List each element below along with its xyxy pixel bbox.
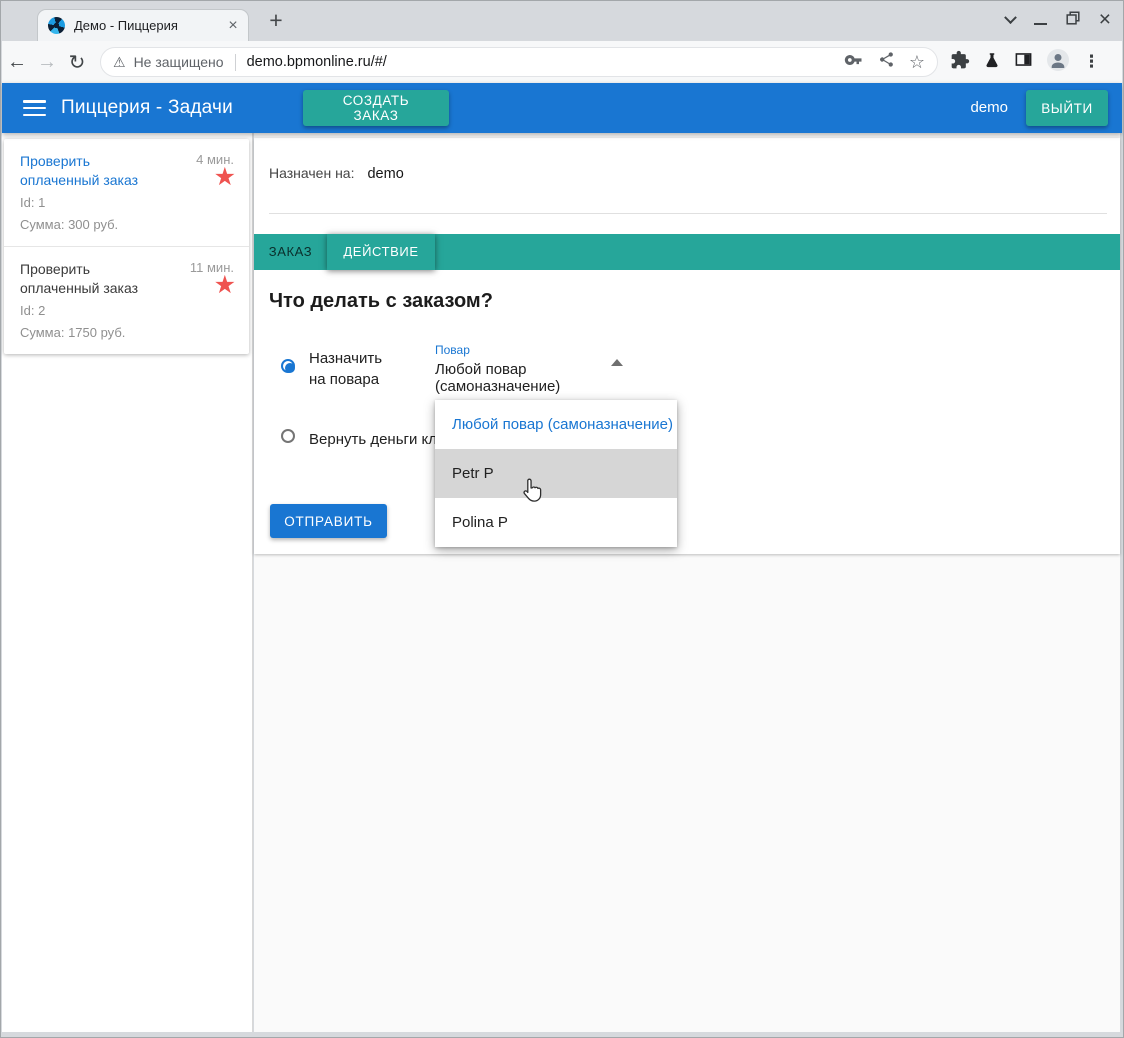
dropdown-option-polina[interactable]: Polina P [435,498,677,547]
forward-icon: → [37,50,57,73]
url-text: demo.bpmonline.ru/#/ [246,54,387,70]
task-id-label: Id: 2 [20,303,46,318]
task-sum-label: Сумма: 300 руб. [20,217,119,232]
task-sum-label: Сумма: 1750 руб. [20,325,126,340]
radio-assign-cook[interactable] [281,359,295,373]
label-line: на повара [309,371,380,388]
priority-star-icon: ★ [213,163,236,191]
task-title-link[interactable]: Проверить оплаченный заказ [20,260,170,298]
side-panel-icon[interactable] [1014,50,1033,74]
not-secure-warning-icon[interactable]: ⚠ [113,54,126,71]
task-title-link[interactable]: Проверить оплаченный заказ [20,152,170,190]
browser-tabstrip: Демо - Пиццерия × + × [1,1,1123,41]
radio-refund-client[interactable] [281,429,295,443]
task-list-card: Проверить оплаченный заказ 4 мин. ★ Id: … [4,139,249,354]
assigned-value: demo [367,166,404,182]
omnibox-separator [234,53,236,71]
app-header: Пиццерия - Задачи СОЗДАТЬ ЗАКАЗ demo ВЫЙ… [2,83,1122,133]
browser-window: Демо - Пиццерия × + × ← → ↻ ⚠ Не защищен… [0,0,1124,1038]
submit-button[interactable]: ОТПРАВИТЬ [270,504,387,538]
extension-icons: ⋮ [950,48,1100,77]
tab-search-chevron-icon[interactable] [1003,10,1017,24]
flask-extension-icon[interactable] [983,51,1001,74]
back-icon[interactable]: ← [2,51,32,74]
browser-tab[interactable]: Демо - Пиццерия × [37,9,249,41]
tab-action-active[interactable]: ДЕЙСТВИЕ [327,234,435,270]
tab-title: Демо - Пиццерия [74,18,178,33]
new-tab-button[interactable]: + [263,8,289,34]
dropdown-option-petr[interactable]: Petr P [435,449,677,498]
radio-assign-cook-label[interactable]: Назначить на повара [309,348,382,390]
extensions-puzzle-icon[interactable] [950,50,970,75]
priority-star-icon: ★ [213,271,236,299]
logout-button[interactable]: ВЫЙТИ [1026,90,1108,126]
browser-menu-dots-icon[interactable]: ⋮ [1083,52,1100,72]
task-sidebar: Проверить оплаченный заказ 4 мин. ★ Id: … [2,133,253,1032]
omnibox-icons: ☆ [844,50,929,75]
reload-icon[interactable]: ↻ [62,50,92,75]
share-icon[interactable] [878,51,895,73]
value-line: (самоназначение) [435,378,561,395]
app-title: Пиццерия - Задачи [61,97,233,118]
cook-select-label: Повар [435,343,470,357]
hamburger-menu-icon[interactable] [23,100,46,116]
task-item-2[interactable]: Проверить оплаченный заказ 11 мин. ★ Id:… [4,246,249,354]
address-bar[interactable]: ⚠ Не защищено demo.bpmonline.ru/#/ ☆ [100,47,938,77]
value-line: Любой повар [435,361,527,378]
tab-close-icon[interactable]: × [224,17,242,34]
task-id-label: Id: 1 [20,195,46,210]
window-close-icon[interactable]: × [1099,9,1111,30]
window-restore-icon[interactable] [1066,10,1080,30]
window-controls: × [1003,7,1111,33]
security-label: Не защищено [133,54,224,70]
question-heading: Что делать с заказом? [269,290,493,312]
assigned-label: Назначен на: [269,165,355,181]
current-user-label: demo [970,99,1008,116]
detail-tabbar: ЗАКАЗ ДЕЙСТВИЕ [254,234,1120,270]
profile-avatar-icon[interactable] [1046,48,1070,77]
site-favicon-icon [48,17,65,34]
browser-toolbar: ← → ↻ ⚠ Не защищено demo.bpmonline.ru/#/… [2,41,1122,83]
assigned-row: Назначен на: demo [269,165,404,182]
tab-order[interactable]: ЗАКАЗ [254,234,327,270]
label-line: Назначить [309,350,383,367]
bookmark-star-icon[interactable]: ☆ [909,53,925,71]
task-item-1[interactable]: Проверить оплаченный заказ 4 мин. ★ Id: … [4,139,249,246]
password-key-icon[interactable] [844,50,864,75]
cook-dropdown-menu: Любой повар (самоназначение) Petr P Poli… [435,400,677,547]
create-order-button[interactable]: СОЗДАТЬ ЗАКАЗ [303,90,449,126]
cook-select-field[interactable]: Повар Любой повар (самоназначение) [435,343,631,402]
select-caret-up-icon[interactable] [611,359,623,366]
window-minimize-icon[interactable] [1033,23,1047,25]
task-detail-card: Назначен на: demo ЗАКАЗ ДЕЙСТВИЕ Что дела… [254,138,1120,554]
dropdown-option-any-cook[interactable]: Любой повар (самоназначение) [435,400,677,449]
mouse-cursor-hand-icon [519,478,542,509]
cook-select-value: Любой повар (самоназначение) [435,361,631,395]
main-area: Назначен на: demo ЗАКАЗ ДЕЙСТВИЕ Что дела… [254,133,1120,1032]
divider [269,213,1107,214]
